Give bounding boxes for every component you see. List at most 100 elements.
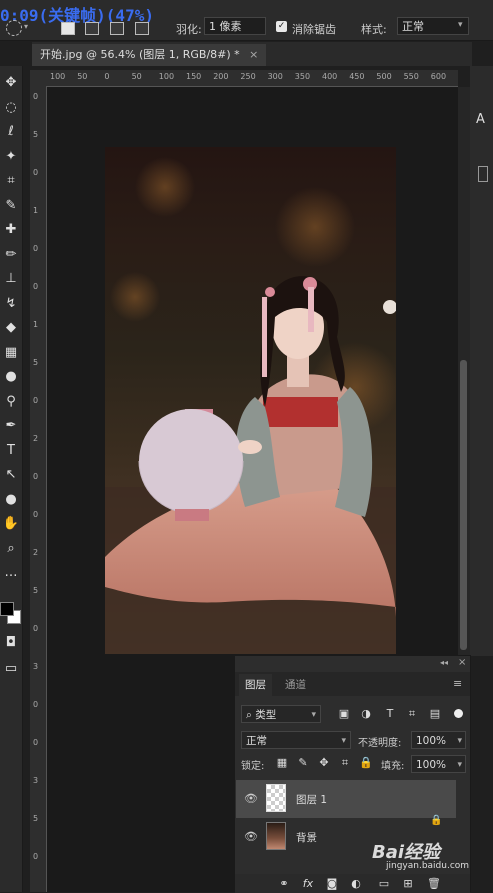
ruler-label: 0 [33, 738, 39, 747]
zoom-tool-icon[interactable]: ⌕ [2, 540, 20, 558]
move-tool-icon[interactable]: ✥ [2, 74, 20, 92]
filter-type-icon[interactable]: T [383, 707, 397, 721]
crop-tool-icon[interactable]: ⌗ [2, 172, 20, 190]
stamp-tool-icon[interactable]: ⊥ [2, 270, 20, 288]
quick-mask-icon[interactable]: ◘ [2, 634, 20, 652]
layer-name[interactable]: 图层 1 [296, 792, 327, 807]
chevron-down-icon[interactable]: ▾ [458, 20, 463, 30]
type-tool-icon[interactable]: T [2, 442, 20, 460]
blend-mode-select[interactable]: 正常 ▾ [241, 731, 351, 749]
fill-input[interactable]: 100% ▾ [411, 755, 466, 773]
healing-tool-icon[interactable]: ✚ [2, 221, 20, 239]
trash-icon[interactable]: 🗑 [427, 877, 441, 891]
lock-artboard-icon[interactable]: ⌗ [338, 756, 352, 770]
lock-pixels-icon[interactable]: ✎ [296, 756, 310, 770]
layer-thumbnail [266, 784, 286, 812]
ruler-label: 300 [267, 72, 283, 81]
chevron-down-icon: ▾ [311, 710, 316, 720]
document-image[interactable]: ✛ [105, 147, 396, 654]
intersect-selection-button[interactable] [135, 22, 149, 35]
shape-tool-icon[interactable]: ● [2, 491, 20, 509]
ruler-corner [30, 70, 46, 86]
screen-mode-icon[interactable]: ▭ [2, 660, 20, 678]
ruler-label: 0 [33, 472, 39, 481]
filter-adjustment-icon[interactable]: ◑ [359, 707, 373, 721]
history-brush-tool-icon[interactable]: ↯ [2, 295, 20, 313]
path-select-tool-icon[interactable]: ↖ [2, 466, 20, 484]
mask-icon[interactable]: ◙ [325, 877, 339, 891]
subtract-selection-button[interactable] [110, 22, 124, 35]
blur-tool-icon[interactable]: ● [2, 368, 20, 386]
hand-tool-icon[interactable]: ✋ [2, 515, 20, 533]
vertical-ruler[interactable]: 0 5 0 1 0 0 1 5 0 2 0 0 2 5 0 3 0 0 3 5 0 [30, 86, 47, 892]
ruler-label: 250 [240, 72, 256, 81]
tools-panel: ✥ ◌ ℓ ✦ ⌗ ✎ ✚ ✏ ⊥ ↯ ◆ ▦ ● ⚲ ✒ T ↖ ● ✋ ⌕ … ◘ ▭ [0, 66, 23, 892]
photo-illustration [105, 157, 396, 654]
panel-toggle-icon[interactable] [478, 166, 488, 182]
ruler-label: 0 [33, 852, 39, 861]
lasso-tool-icon[interactable]: ℓ [2, 123, 20, 141]
tab-channels[interactable]: 通道 [279, 674, 312, 696]
ruler-label: 5 [33, 814, 39, 823]
pen-tool-icon[interactable]: ✒ [2, 417, 20, 435]
more-tools-icon[interactable]: … [2, 564, 20, 582]
ruler-label: 0 [33, 624, 39, 633]
foreground-color-swatch[interactable] [0, 602, 14, 616]
link-icon[interactable]: ⚭ [277, 877, 291, 891]
collapse-panel-icon[interactable]: ◂◂ [440, 658, 448, 667]
magic-wand-tool-icon[interactable]: ✦ [2, 148, 20, 166]
layers-panel-footer: ⚭ fx ◙ ◐ ▭ ⊞ 🗑 [235, 874, 470, 893]
filter-smart-object-icon[interactable]: ▤ [428, 707, 442, 721]
antialias-checkbox[interactable]: ✓ [276, 21, 287, 32]
ruler-label: 0 [104, 72, 110, 81]
adjustment-icon[interactable]: ◐ [349, 877, 363, 891]
feather-input[interactable]: 1 像素 [204, 17, 266, 35]
eye-icon[interactable]: 👁 [244, 830, 258, 844]
layer-row-layer1[interactable]: 👁 图层 1 [236, 780, 456, 818]
horizontal-ruler[interactable]: 100 50 0 50 100 150 200 250 300 350 400 450 500 550 60… [46, 70, 458, 87]
filter-pixel-icon[interactable]: ▣ [337, 707, 351, 721]
ruler-label: 150 [186, 72, 202, 81]
tab-layers[interactable]: 图层 [239, 674, 272, 696]
ellipse-marquee-preset-icon[interactable] [6, 20, 22, 36]
ruler-label: 5 [33, 586, 39, 595]
dodge-tool-icon[interactable]: ⚲ [2, 393, 20, 411]
filter-toggle-icon[interactable] [454, 709, 463, 718]
eraser-tool-icon[interactable]: ◆ [2, 319, 20, 337]
properties-icon[interactable]: A [476, 112, 485, 127]
eye-icon[interactable]: 👁 [244, 792, 258, 806]
brush-tool-icon[interactable]: ✏ [2, 246, 20, 264]
document-tab-title: 开始.jpg @ 56.4% (图层 1, RGB/8#) * [40, 48, 240, 61]
opacity-input[interactable]: 100% ▾ [411, 731, 466, 749]
ruler-label: 100 [158, 72, 175, 81]
lock-all-icon[interactable]: 🔒 [359, 756, 373, 770]
filter-kind-label: 类型 [255, 709, 277, 721]
fill-value: 100% [416, 759, 447, 771]
blend-mode-value: 正常 [246, 735, 267, 747]
folder-icon[interactable]: ▭ [377, 877, 391, 891]
chevron-down-icon[interactable]: ▾ [24, 22, 28, 31]
new-layer-icon[interactable]: ⊞ [401, 877, 415, 891]
ruler-label: 100 [50, 72, 66, 81]
document-tab[interactable]: 开始.jpg @ 56.4% (图层 1, RGB/8#) * × [32, 44, 267, 66]
ruler-label: 400 [322, 72, 338, 81]
lock-transparency-icon[interactable]: ▦ [275, 756, 289, 770]
add-selection-button[interactable] [85, 22, 99, 35]
feather-label: 羽化: [176, 23, 202, 36]
gradient-tool-icon[interactable]: ▦ [2, 344, 20, 362]
scrollbar-thumb[interactable] [460, 360, 467, 650]
fx-icon[interactable]: fx [301, 877, 315, 891]
close-icon[interactable]: × [458, 657, 466, 668]
layer-filter-select[interactable]: ⌕ 类型 ▾ [241, 705, 321, 723]
marquee-tool-icon[interactable]: ◌ [2, 99, 20, 117]
ruler-label: 0 [33, 244, 39, 253]
eyedropper-tool-icon[interactable]: ✎ [2, 197, 20, 215]
new-selection-button[interactable] [61, 22, 75, 35]
watermark-url: jingyan.baidu.com [386, 861, 470, 871]
filter-shape-icon[interactable]: ⌗ [405, 707, 419, 721]
lock-position-icon[interactable]: ✥ [317, 756, 331, 770]
close-icon[interactable]: × [249, 48, 258, 61]
lock-label: 锁定: [241, 761, 265, 772]
panel-menu-icon[interactable]: ≡ [453, 677, 462, 690]
layer-name[interactable]: 背景 [296, 830, 317, 845]
